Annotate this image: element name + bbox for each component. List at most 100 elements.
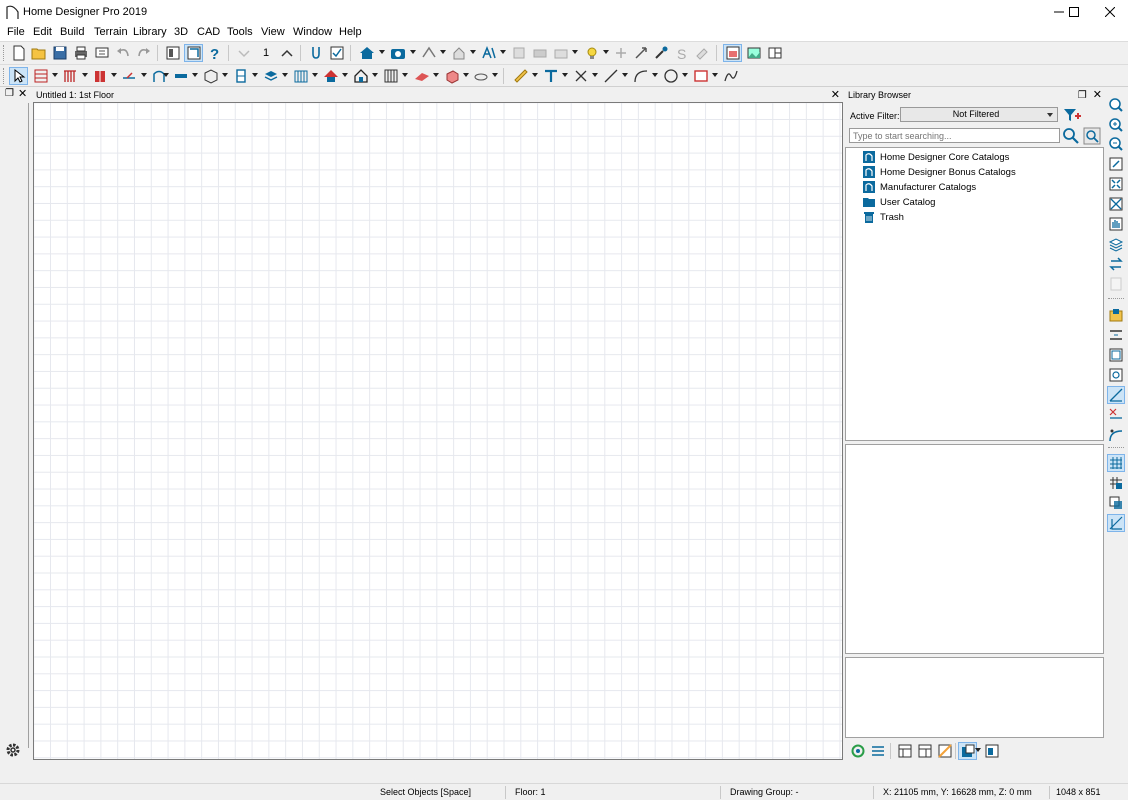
- dropdown-arrow[interactable]: [192, 73, 198, 77]
- view-option-2-button[interactable]: [915, 742, 934, 760]
- reference-grid-button[interactable]: [1107, 474, 1125, 492]
- dropdown-arrow[interactable]: [440, 50, 446, 54]
- undo-zoom-button[interactable]: [1107, 155, 1125, 173]
- filter-funnel-icon[interactable]: [1062, 106, 1082, 124]
- grid-snaps-button[interactable]: [1107, 326, 1125, 344]
- wall-tools-button[interactable]: [31, 67, 50, 85]
- library-search-input[interactable]: [850, 129, 1059, 142]
- close-window-button[interactable]: [1087, 0, 1128, 24]
- active-filter-select[interactable]: Not Filtered: [900, 107, 1058, 122]
- menu-help[interactable]: Help: [339, 26, 362, 38]
- library-search-field[interactable]: [849, 128, 1060, 143]
- zoom-button[interactable]: [1107, 96, 1125, 114]
- dropdown-arrow[interactable]: [592, 73, 598, 77]
- window-toggle-button[interactable]: [1107, 346, 1125, 364]
- gear-icon[interactable]: [4, 741, 22, 759]
- dimension-button[interactable]: [511, 67, 530, 85]
- fill-window-building-button[interactable]: [1107, 195, 1125, 213]
- cross-section-button[interactable]: [419, 44, 438, 62]
- light-button[interactable]: [582, 44, 601, 62]
- tree-item-trash[interactable]: Trash: [863, 210, 904, 224]
- dropdown-arrow[interactable]: [52, 73, 58, 77]
- dropdown-arrow[interactable]: [222, 73, 228, 77]
- rendering-technique-button[interactable]: [479, 44, 498, 62]
- reference-floor-button[interactable]: [1107, 255, 1125, 273]
- menu-file[interactable]: File: [7, 26, 25, 38]
- cad-point-button[interactable]: [571, 67, 590, 85]
- layer-set-button[interactable]: [1107, 494, 1125, 512]
- pan-button[interactable]: [1107, 215, 1125, 233]
- text-button[interactable]: [541, 67, 560, 85]
- dropdown-arrow[interactable]: [141, 73, 147, 77]
- dropdown-arrow[interactable]: [282, 73, 288, 77]
- railing-button[interactable]: [60, 67, 79, 85]
- plan-window-button[interactable]: [723, 44, 742, 62]
- dropdown-arrow[interactable]: [652, 73, 658, 77]
- dropdown-arrow[interactable]: [572, 50, 578, 54]
- undo-button[interactable]: [113, 44, 132, 62]
- disabled-view-button[interactable]: [1107, 275, 1125, 293]
- menu-build[interactable]: Build: [60, 26, 84, 38]
- dropdown-arrow[interactable]: [470, 50, 476, 54]
- refresh-library-button[interactable]: [848, 742, 867, 760]
- text-style-button[interactable]: [471, 67, 490, 85]
- layout-button[interactable]: [765, 44, 784, 62]
- dropdown-arrow[interactable]: [402, 73, 408, 77]
- toolbar-grip[interactable]: [3, 45, 6, 61]
- dropdown-arrow[interactable]: [252, 73, 258, 77]
- redo-button[interactable]: [134, 44, 153, 62]
- add-object-button[interactable]: [611, 44, 630, 62]
- tree-item-user-catalog[interactable]: User Catalog: [863, 195, 935, 209]
- material-button[interactable]: [509, 44, 528, 62]
- dropdown-arrow[interactable]: [500, 50, 506, 54]
- menu-tools[interactable]: Tools: [227, 26, 253, 38]
- dropdown-arrow[interactable]: [163, 73, 169, 77]
- tree-item-bonus-catalogs[interactable]: Home Designer Bonus Catalogs: [863, 165, 1016, 179]
- eyedropper-button[interactable]: [651, 44, 670, 62]
- dropdown-arrow[interactable]: [433, 73, 439, 77]
- box-button[interactable]: [691, 67, 710, 85]
- help-button[interactable]: ?: [205, 44, 224, 62]
- plan-annotations-button[interactable]: [1107, 514, 1125, 532]
- dropdown-arrow[interactable]: [492, 73, 498, 77]
- dropdown-arrow[interactable]: [682, 73, 688, 77]
- dropdown-arrow[interactable]: [463, 73, 469, 77]
- menu-3d[interactable]: 3D: [174, 26, 188, 38]
- tree-item-manufacturer-catalogs[interactable]: Manufacturer Catalogs: [863, 180, 976, 194]
- menu-library[interactable]: Library: [133, 26, 167, 38]
- dropdown-arrow[interactable]: [562, 73, 568, 77]
- up-floor-button[interactable]: [277, 44, 296, 62]
- dropdown-arrow[interactable]: [342, 73, 348, 77]
- transform-button[interactable]: [631, 44, 650, 62]
- delete-button[interactable]: [530, 44, 549, 62]
- framing-button[interactable]: [291, 67, 310, 85]
- dimension-snap-button[interactable]: [1107, 406, 1125, 424]
- library-catalog-button[interactable]: [868, 742, 887, 760]
- library-object-button[interactable]: [442, 67, 461, 85]
- dropdown-arrow[interactable]: [379, 50, 385, 54]
- new-plan-button[interactable]: [9, 44, 28, 62]
- eraser-button[interactable]: [692, 44, 711, 62]
- fence-button[interactable]: [381, 67, 400, 85]
- save-button[interactable]: [50, 44, 69, 62]
- close-icon[interactable]: ✕: [18, 87, 27, 100]
- object-snaps-button[interactable]: [1107, 306, 1125, 324]
- menu-cad[interactable]: CAD: [197, 26, 220, 38]
- circle-button[interactable]: [661, 67, 680, 85]
- select-mode-button[interactable]: [163, 44, 182, 62]
- fill-window-button[interactable]: [1107, 175, 1125, 193]
- advanced-search-icon[interactable]: [1083, 127, 1101, 145]
- roof-button[interactable]: [321, 67, 340, 85]
- restore-icon[interactable]: ❐: [1078, 90, 1087, 101]
- cabinet-button[interactable]: [90, 67, 109, 85]
- dropdown-arrow[interactable]: [622, 73, 628, 77]
- checklist-button[interactable]: [327, 44, 346, 62]
- menu-edit[interactable]: Edit: [33, 26, 52, 38]
- tape-measure-button[interactable]: [306, 44, 325, 62]
- floor-platform-button[interactable]: [261, 67, 280, 85]
- dropdown-arrow[interactable]: [603, 50, 609, 54]
- layer-display-button[interactable]: [1107, 235, 1125, 253]
- dropdown-arrow[interactable]: [372, 73, 378, 77]
- print-preview-button[interactable]: [92, 44, 111, 62]
- dropdown-arrow[interactable]: [82, 73, 88, 77]
